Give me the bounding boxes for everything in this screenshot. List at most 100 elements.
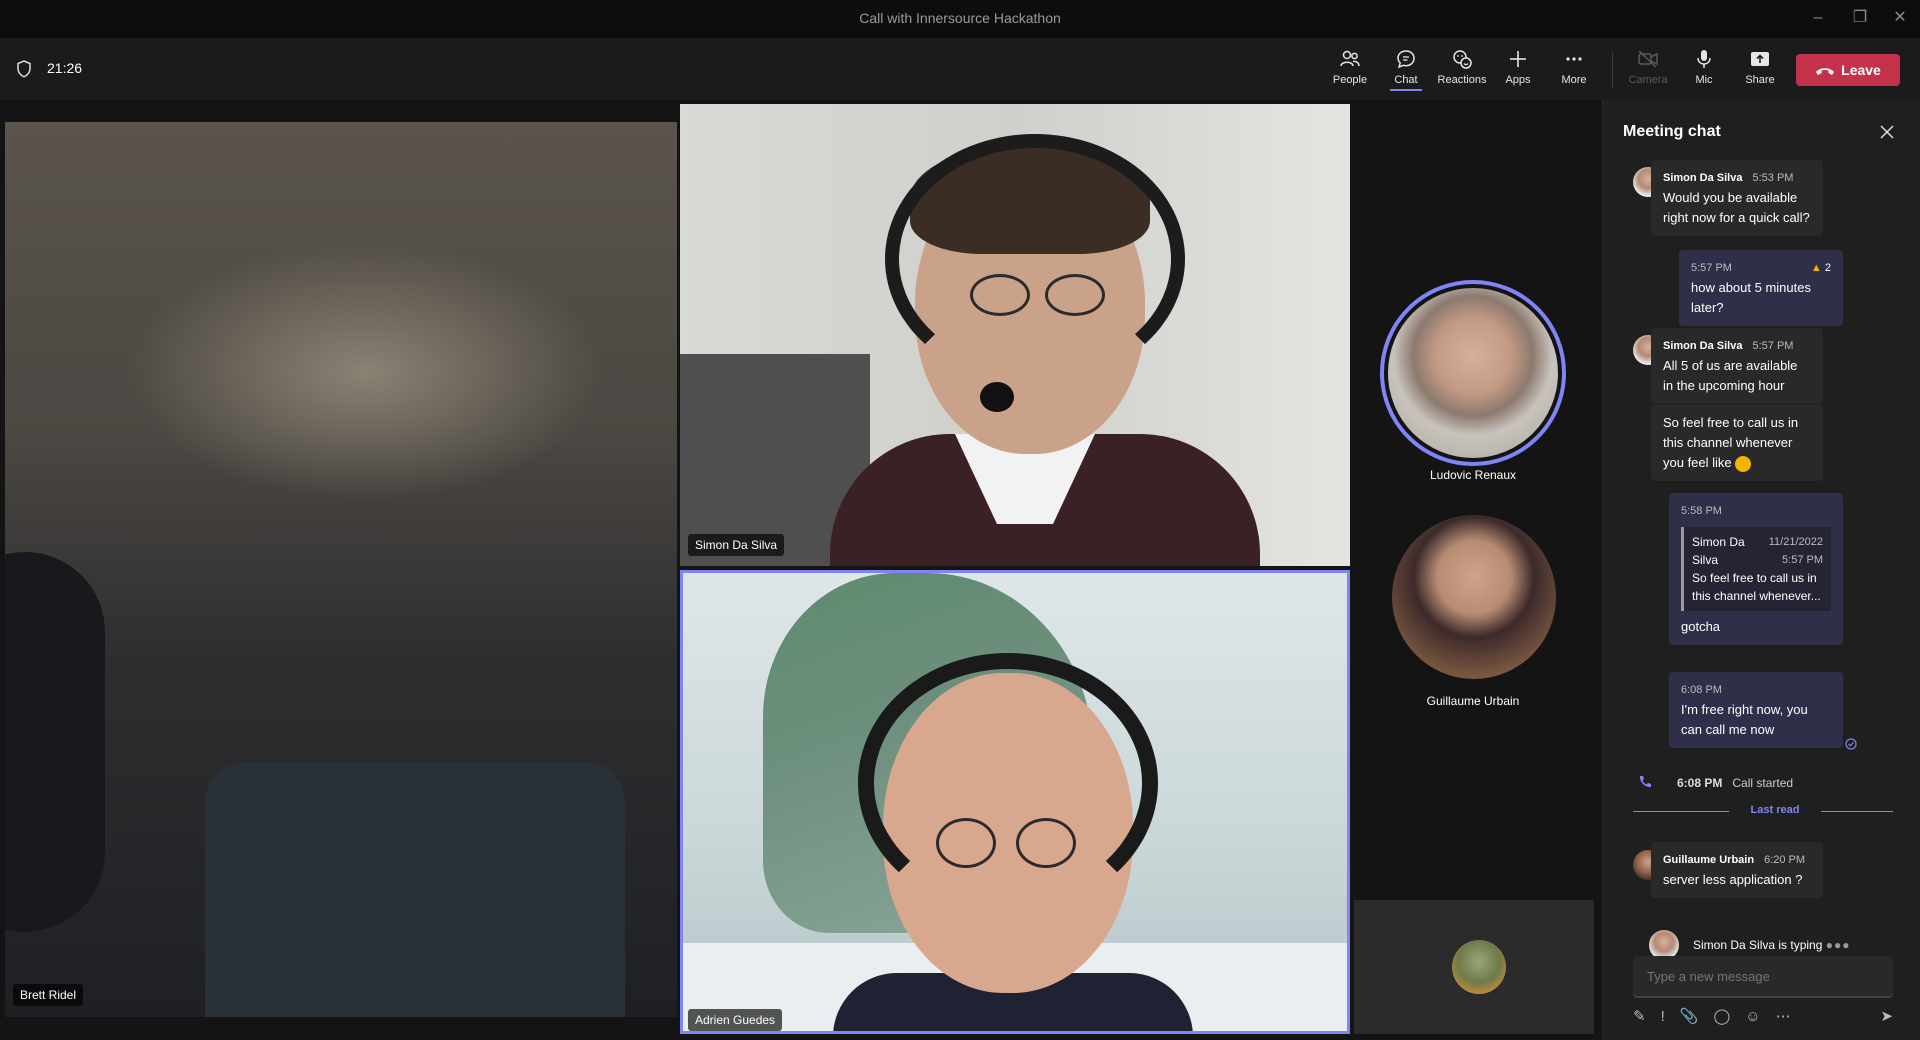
message-meta: Simon Da Silva 5:57 PM — [1663, 336, 1811, 356]
compose-actions: ✎ ! 📎 ◯ ☺ ⋯ ➤ — [1633, 1004, 1893, 1028]
toolbar-divider — [1612, 52, 1613, 88]
quoted-message[interactable]: Simon Da 11/21/2022 Silva 5:57 PM So feel … — [1681, 527, 1831, 611]
chat-button[interactable]: Chat — [1378, 48, 1434, 96]
chat-message[interactable]: Simon Da Silva 5:53 PM Would you be avail… — [1651, 160, 1823, 236]
last-read-divider — [1633, 811, 1729, 812]
chat-message[interactable]: Guillaume Urbain 6:20 PM server less appl… — [1651, 842, 1823, 898]
emoji-icon[interactable]: ☺ — [1745, 1008, 1760, 1025]
more-options-icon[interactable]: ⋯ — [1776, 1007, 1791, 1025]
glasses-left — [936, 818, 996, 868]
camera-label: Camera — [1628, 74, 1668, 86]
quote-author: Simon Da — [1692, 535, 1745, 549]
more-label: More — [1561, 74, 1587, 86]
message-meta: Simon Da Silva 5:53 PM — [1663, 168, 1811, 188]
message-text: I'm free right now, you can call me now — [1681, 702, 1808, 737]
call-label: Call started — [1732, 776, 1794, 790]
thumbs-up-icon: ▲ — [1810, 262, 1822, 274]
restore-icon[interactable]: ❐ — [1848, 6, 1872, 30]
participant-name-tag: Brett Ridel — [13, 984, 84, 1006]
headset-shape — [858, 653, 1158, 913]
message-text: server less application ? — [1663, 872, 1803, 887]
chat-icon — [1397, 50, 1415, 69]
chat-message[interactable]: So feel free to call us in this channel … — [1651, 405, 1823, 481]
video-tile-brett[interactable]: Brett Ridel — [5, 122, 677, 1017]
quote-date: 11/21/2022 — [1768, 536, 1823, 548]
reaction-count: 2 — [1824, 262, 1831, 274]
priority-icon[interactable]: ! — [1661, 1008, 1665, 1025]
leave-label: Leave — [1841, 62, 1881, 78]
last-read-divider — [1821, 811, 1893, 812]
chat-message-own[interactable]: 6:08 PM I'm free right now, you can call… — [1669, 672, 1843, 748]
send-icon[interactable]: ➤ — [1880, 1007, 1893, 1025]
more-icon — [1566, 57, 1582, 61]
people-label: People — [1332, 74, 1368, 86]
share-button[interactable]: Share — [1732, 48, 1788, 96]
people-icon — [1340, 50, 1360, 67]
apps-label: Apps — [1505, 74, 1531, 86]
camera-off-icon — [1638, 50, 1658, 68]
quote-meta: Simon Da 11/21/2022 — [1692, 533, 1823, 551]
avatar-photo — [1388, 288, 1558, 458]
participant-name-tag: Adrien Guedes — [688, 1009, 783, 1031]
reactions-button[interactable]: Reactions — [1434, 48, 1490, 96]
participant-name-side: Guillaume Urbain — [1426, 694, 1520, 708]
participant-avatar-guillaume[interactable] — [1392, 515, 1556, 679]
participant-name-side: Ludovic Renaux — [1429, 468, 1517, 482]
chat-message[interactable]: Simon Da Silva 5:57 PM All 5 of us are av… — [1651, 328, 1823, 404]
reactions-icon — [1453, 50, 1472, 69]
typing-indicator: Simon Da Silva is typing ●●● — [1693, 938, 1850, 952]
message-time: 6:20 PM — [1764, 854, 1806, 866]
chat-message-own[interactable]: 5:58 PM Simon Da 11/21/2022 Silva 5:57 PM … — [1669, 493, 1843, 645]
phone-icon — [1639, 776, 1651, 788]
typing-text: Simon Da Silva is typing — [1693, 938, 1823, 952]
message-input[interactable] — [1633, 956, 1893, 998]
call-time: 6:08 PM — [1677, 776, 1723, 790]
close-window-icon[interactable]: ✕ — [1888, 6, 1912, 30]
loop-icon[interactable]: ◯ — [1713, 1007, 1730, 1025]
people-button[interactable]: People — [1322, 48, 1378, 96]
participant-avatar-small — [1452, 940, 1506, 994]
reaction-badge[interactable]: ▲ 2 — [1811, 258, 1831, 278]
message-time: 5:57 PM — [1691, 262, 1732, 274]
microphone-shape — [980, 382, 1014, 412]
participant-avatar-ludovic[interactable] — [1380, 280, 1566, 466]
minimize-icon[interactable]: – — [1806, 6, 1830, 30]
last-read-label: Last read — [1750, 804, 1800, 816]
chat-title: Meeting chat — [1623, 123, 1721, 140]
video-tile-simon[interactable]: Simon Da Silva — [680, 104, 1350, 566]
leave-button[interactable]: Leave — [1796, 54, 1900, 86]
attach-icon[interactable]: 📎 — [1680, 1007, 1699, 1025]
meeting-toolbar: 21:26 People Chat Reactions Apps More Ca… — [0, 38, 1920, 100]
format-icon[interactable]: ✎ — [1633, 1007, 1646, 1025]
message-text: how about 5 minutes later? — [1691, 280, 1811, 315]
quote-author: Silva — [1692, 553, 1719, 567]
quote-meta: Silva 5:57 PM — [1692, 551, 1823, 569]
video-tile-adrien[interactable]: Adrien Guedes — [680, 570, 1350, 1034]
emoji-icon — [1735, 455, 1752, 472]
call-event: 6:08 PM Call started — [1677, 776, 1793, 790]
mic-button[interactable]: Mic — [1676, 48, 1732, 96]
message-text-content: So feel free to call us in this channel … — [1663, 415, 1799, 470]
overflow-tile[interactable] — [1354, 900, 1594, 1034]
apps-button[interactable]: Apps — [1490, 48, 1546, 96]
mic-icon — [1697, 50, 1711, 68]
camera-button[interactable]: Camera — [1620, 48, 1676, 96]
glasses-right — [1045, 274, 1105, 316]
window-title: Call with Innersource Hackathon — [859, 10, 1061, 26]
meeting-timer: 21:26 — [47, 60, 83, 76]
message-author: Simon Da Silva — [1663, 340, 1743, 352]
chat-label: Chat — [1394, 74, 1418, 86]
chat-message-own[interactable]: 5:57 PM ▲ 2 how about 5 minutes later? — [1679, 250, 1843, 326]
quote-time: 5:57 PM — [1782, 554, 1823, 566]
headphones-shape — [5, 552, 105, 932]
headset-shape — [885, 134, 1185, 384]
shoulder-shape — [205, 762, 625, 1017]
more-button[interactable]: More — [1546, 48, 1602, 96]
plus-icon — [1510, 51, 1526, 67]
message-meta: Guillaume Urbain 6:20 PM — [1663, 850, 1811, 870]
typing-dots-icon: ●●● — [1825, 938, 1851, 952]
reactions-label: Reactions — [1437, 74, 1487, 86]
share-label: Share — [1745, 74, 1775, 86]
close-icon[interactable] — [1879, 124, 1895, 140]
share-icon — [1751, 52, 1769, 66]
